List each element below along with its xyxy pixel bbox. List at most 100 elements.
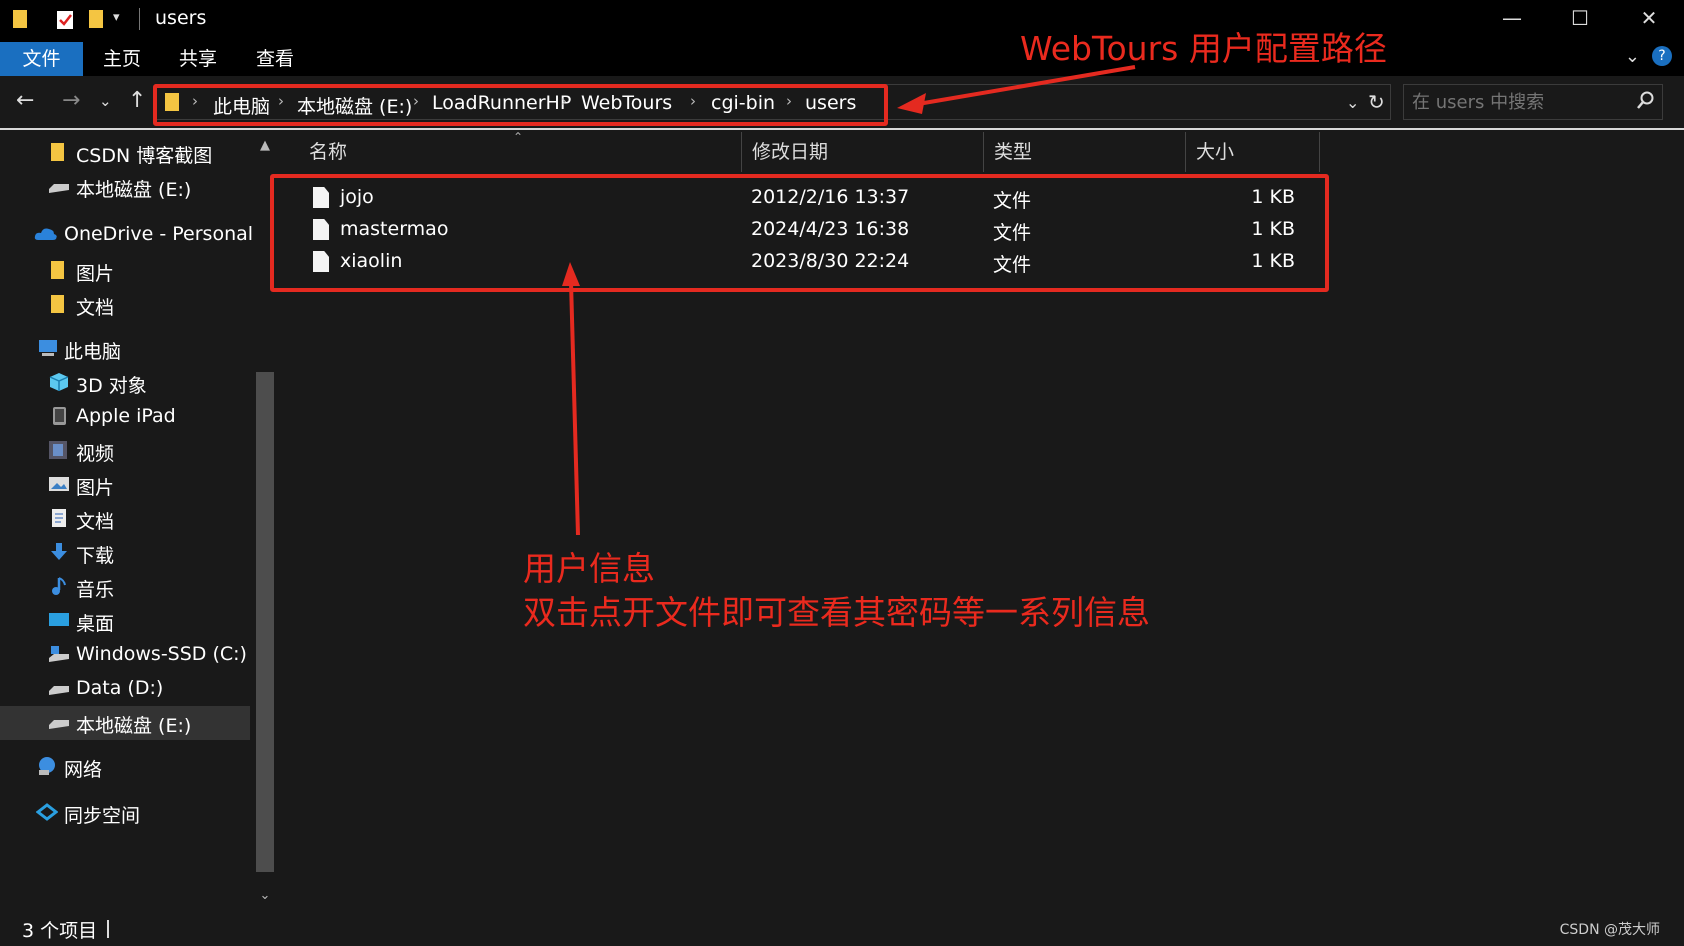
recent-locations-icon[interactable]: ⌄	[99, 92, 112, 110]
sidebar-item-downloads[interactable]: 下载	[0, 536, 250, 570]
sidebar-item-label: 本地磁盘 (E:)	[76, 715, 192, 737]
new-folder-icon[interactable]	[88, 8, 104, 35]
watermark: CSDN @茂大师	[1559, 922, 1660, 938]
sidebar-item-label: 文档	[76, 297, 115, 319]
cloud-icon	[34, 224, 57, 244]
drive-icon	[48, 644, 69, 664]
sidebar-item-apple-ipad[interactable]: Apple iPad	[0, 400, 250, 434]
address-highlight-box	[153, 84, 888, 126]
sidebar-item-drive-e-pinned[interactable]: 本地磁盘 (E:)	[0, 170, 250, 204]
up-button[interactable]: ↑	[128, 88, 146, 113]
files-highlight-box	[270, 174, 1329, 292]
sidebar-item-label: 视频	[76, 443, 115, 465]
sidebar-item-label: 音乐	[76, 579, 115, 601]
sidebar-item-label: CSDN 博客截图	[76, 145, 213, 167]
sidebar-item-this-pc[interactable]: 此电脑	[0, 332, 250, 366]
address-dropdown-icon[interactable]: ⌄	[1346, 93, 1359, 112]
sync-icon	[35, 802, 59, 822]
title-bar: ▾ users — ☐ ✕	[0, 0, 1684, 38]
ribbon-tabs: 文件 主页 共享 查看 ⌄ ?	[0, 38, 1684, 76]
sidebar-item-csdn-screenshots[interactable]: CSDN 博客截图	[0, 136, 250, 170]
sidebar-item-label: Data (D:)	[76, 677, 164, 699]
sidebar-item-label: 图片	[76, 263, 115, 285]
tab-home[interactable]: 主页	[92, 42, 152, 76]
network-icon	[36, 756, 56, 776]
close-button[interactable]: ✕	[1614, 0, 1684, 38]
info-annotation-title: 用户信息	[523, 549, 655, 588]
sidebar-item-music[interactable]: 音乐	[0, 570, 250, 604]
sidebar-item-sync-space[interactable]: 同步空间	[0, 796, 250, 830]
column-header-name[interactable]: 名称	[279, 132, 742, 172]
quick-access-dropdown-icon[interactable]: ▾	[113, 10, 120, 25]
column-header-size[interactable]: 大小	[1186, 132, 1320, 172]
scroll-down-icon[interactable]: ⌄	[256, 888, 274, 903]
info-annotation-body: 双击点开文件即可查看其密码等一系列信息	[523, 593, 1150, 632]
path-annotation: WebTours 用户配置路径	[1020, 29, 1387, 68]
sidebar-item-drive-e[interactable]: 本地磁盘 (E:)	[0, 706, 250, 740]
sidebar-item-desktop[interactable]: 桌面	[0, 604, 250, 638]
sidebar-item-onedrive[interactable]: OneDrive - Personal	[0, 218, 254, 252]
sidebar-item-label: 图片	[76, 477, 115, 499]
refresh-icon[interactable]: ↻	[1368, 90, 1385, 114]
sidebar-item-label: 此电脑	[64, 341, 122, 363]
video-icon	[48, 440, 68, 460]
device-icon	[50, 406, 70, 426]
search-icon[interactable]	[1636, 91, 1654, 116]
sidebar-item-label: Apple iPad	[76, 405, 176, 427]
properties-icon[interactable]	[56, 8, 74, 35]
sidebar-item-network[interactable]: 网络	[0, 750, 250, 784]
drive-icon	[48, 176, 69, 196]
window-title: users	[155, 7, 207, 29]
download-icon	[50, 542, 70, 562]
expand-ribbon-icon[interactable]: ⌄	[1625, 46, 1640, 67]
folder-icon	[50, 260, 70, 280]
status-bar: 3 个项目 CSDN @茂大师	[0, 910, 1684, 946]
sidebar-item-label: OneDrive - Personal	[64, 223, 254, 245]
sidebar-item-label: 桌面	[76, 613, 115, 635]
cube-icon	[48, 372, 69, 392]
forward-button[interactable]: →	[62, 88, 80, 113]
status-divider	[107, 920, 109, 938]
sidebar-item-documents[interactable]: 文档	[0, 502, 250, 536]
sidebar-item-videos[interactable]: 视频	[0, 434, 250, 468]
scrollbar-thumb[interactable]	[256, 372, 274, 872]
document-icon	[50, 508, 70, 528]
column-header-type[interactable]: 类型	[984, 132, 1186, 172]
sidebar-item-label: 网络	[64, 759, 103, 781]
sidebar-item-label: 下载	[76, 545, 115, 567]
music-icon	[50, 576, 70, 596]
desktop-icon	[48, 610, 69, 630]
navigation-pane: CSDN 博客截图 本地磁盘 (E:) OneDrive - Personal …	[0, 132, 254, 910]
sidebar-item-onedrive-pictures[interactable]: 图片	[0, 254, 250, 288]
sidebar-item-label: 3D 对象	[76, 375, 147, 397]
scroll-up-icon[interactable]: ▲	[256, 138, 274, 153]
folder-icon	[12, 8, 28, 35]
help-button[interactable]: ?	[1652, 46, 1672, 66]
folder-icon	[50, 142, 70, 162]
sidebar-item-label: 文档	[76, 511, 115, 533]
minimize-button[interactable]: —	[1477, 0, 1547, 38]
drive-icon	[48, 678, 69, 698]
drive-icon	[48, 712, 69, 732]
sidebar-item-label: Windows-SSD (C:)	[76, 643, 247, 665]
sidebar-item-onedrive-documents[interactable]: 文档	[0, 288, 250, 322]
search-box[interactable]	[1403, 84, 1663, 120]
column-header-date[interactable]: 修改日期	[742, 132, 984, 172]
tab-file[interactable]: 文件	[0, 42, 83, 76]
maximize-button[interactable]: ☐	[1545, 0, 1615, 38]
sidebar-item-label: 本地磁盘 (E:)	[76, 179, 192, 201]
tab-share[interactable]: 共享	[168, 42, 228, 76]
computer-icon	[36, 338, 57, 358]
sidebar-item-pictures[interactable]: 图片	[0, 468, 250, 502]
folder-icon	[50, 294, 70, 314]
search-input[interactable]	[1412, 89, 1632, 115]
picture-icon	[48, 474, 69, 494]
back-button[interactable]: ←	[16, 88, 34, 113]
sidebar-item-3d-objects[interactable]: 3D 对象	[0, 366, 250, 400]
item-count: 3 个项目	[22, 920, 98, 942]
sidebar-item-label: 同步空间	[64, 805, 141, 827]
sidebar-item-drive-c[interactable]: Windows-SSD (C:)	[0, 638, 250, 672]
title-divider	[139, 8, 140, 30]
tab-view[interactable]: 查看	[245, 42, 305, 76]
sidebar-item-drive-d[interactable]: Data (D:)	[0, 672, 250, 706]
